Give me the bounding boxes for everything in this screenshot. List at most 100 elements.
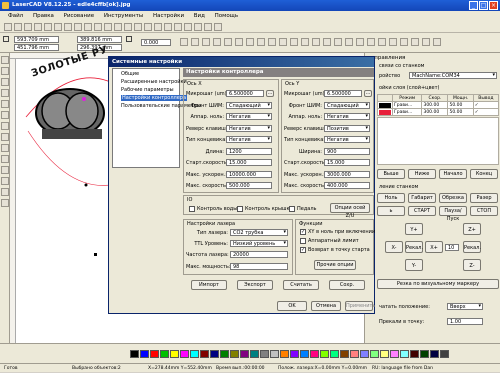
x_axis-input[interactable]: 10000.000 <box>226 170 272 178</box>
draw-tool-icon[interactable] <box>1 199 9 207</box>
goto-point-input[interactable]: 1.00 <box>447 318 483 325</box>
toolbar-tool-icon[interactable] <box>174 23 182 31</box>
close-button[interactable]: × <box>489 1 498 10</box>
toolbar-tool-icon[interactable] <box>144 23 152 31</box>
align-tool-icon[interactable] <box>268 38 276 46</box>
palette-swatch[interactable] <box>350 350 359 358</box>
layer-row[interactable]: Грави... 300.00 50.00 ✓ <box>377 108 500 116</box>
y_axis-input[interactable]: 400.000 <box>324 182 370 189</box>
toolbar-tool-icon[interactable] <box>84 23 92 31</box>
toolbar-tool-icon[interactable] <box>114 23 122 31</box>
func-check-0[interactable]: ✓ <box>300 229 306 235</box>
align-tool-icon[interactable] <box>378 38 386 46</box>
palette-swatch[interactable] <box>270 350 279 358</box>
y_axis-select[interactable]: Негатив <box>324 113 370 120</box>
toolbar-tool-icon[interactable] <box>24 23 32 31</box>
x_axis-select[interactable]: Негатив <box>226 113 272 120</box>
menu-edit[interactable]: Правка <box>33 13 54 19</box>
palette-swatch[interactable] <box>280 350 289 358</box>
align-tool-icon[interactable] <box>191 38 199 46</box>
palette-swatch[interactable] <box>310 350 319 358</box>
menu-settings[interactable]: Настройки <box>153 13 184 19</box>
tree-item-working[interactable]: Рабочие параметры <box>121 87 174 93</box>
pause-button[interactable]: Пауза/Пуск <box>439 206 467 222</box>
palette-swatch[interactable] <box>240 350 249 358</box>
align-tool-icon[interactable] <box>312 38 320 46</box>
width-field[interactable]: 389.816 mm <box>77 36 122 43</box>
draw-tool-icon[interactable] <box>1 122 9 130</box>
extra-button[interactable]: ь <box>377 206 405 216</box>
layer-row[interactable]: Грави... 300.00 50.00 ✓ <box>377 101 500 109</box>
port-select[interactable]: MachName:COM34 <box>409 72 497 79</box>
palette-swatch[interactable] <box>190 350 199 358</box>
start-button[interactable]: СТАРТ <box>408 206 436 216</box>
align-tool-icon[interactable] <box>246 38 254 46</box>
jog-step-input[interactable]: 10 <box>445 244 459 251</box>
align-tool-icon[interactable] <box>290 38 298 46</box>
more-options-button[interactable]: Прочие опции <box>314 260 356 270</box>
palette-swatch[interactable] <box>170 350 179 358</box>
jog-reset-button[interactable]: Рекал. <box>405 241 423 253</box>
palette-swatch[interactable] <box>390 350 399 358</box>
import-button[interactable]: Импорт <box>191 280 227 290</box>
x_axis-input[interactable]: 6.500000 <box>226 90 264 97</box>
palette-swatch[interactable] <box>370 350 379 358</box>
position-select[interactable]: Вверх <box>447 303 483 310</box>
x-field[interactable]: 593.709 mm <box>14 36 59 43</box>
toolbar-tool-icon[interactable] <box>94 23 102 31</box>
x_axis-input[interactable]: 1200 <box>226 147 272 155</box>
laser-type-select[interactable]: CO2 трубка <box>230 229 288 236</box>
y_axis-browse-button[interactable]: ... <box>364 90 372 97</box>
align-tool-icon[interactable] <box>400 38 408 46</box>
layer-bottom-button[interactable]: Конец <box>470 169 498 179</box>
menu-tools[interactable]: Инструменты <box>104 13 143 19</box>
x_axis-input[interactable]: 500.000 <box>226 182 272 189</box>
visual-marker-button[interactable]: Резка по визуальному маркеру <box>377 279 499 289</box>
align-tool-icon[interactable] <box>202 38 210 46</box>
laser-freq-input[interactable]: 20000 <box>230 251 288 258</box>
align-tool-icon[interactable] <box>334 38 342 46</box>
palette-swatch[interactable] <box>400 350 409 358</box>
water-checkbox[interactable] <box>189 206 195 212</box>
draw-tool-icon[interactable] <box>1 133 9 141</box>
palette-swatch[interactable] <box>200 350 209 358</box>
jog-y-minus-button[interactable]: Y- <box>405 259 423 271</box>
palette-swatch[interactable] <box>290 350 299 358</box>
palette-swatch[interactable] <box>150 350 159 358</box>
x_axis-input[interactable]: 15.000 <box>226 159 272 166</box>
align-tool-icon[interactable] <box>422 38 430 46</box>
palette-swatch[interactable] <box>410 350 419 358</box>
jog-z-reset-button[interactable]: Рекал. <box>463 241 481 253</box>
toolbar-tool-icon[interactable] <box>74 23 82 31</box>
pedal-checkbox[interactable] <box>289 206 295 212</box>
palette-swatch[interactable] <box>320 350 329 358</box>
lid-checkbox[interactable] <box>237 206 243 212</box>
palette-swatch[interactable] <box>140 350 149 358</box>
draw-tool-icon[interactable] <box>1 177 9 185</box>
y_axis-input[interactable]: 15.000 <box>324 159 370 166</box>
align-tool-icon[interactable] <box>345 38 353 46</box>
cancel-button[interactable]: Отмена <box>311 301 341 311</box>
palette-swatch[interactable] <box>160 350 169 358</box>
stop-button[interactable]: СТОП <box>470 206 498 216</box>
frame-button[interactable]: Габарит <box>408 193 436 203</box>
draw-tool-icon[interactable] <box>1 67 9 75</box>
y_axis-input[interactable]: 900 <box>324 147 370 155</box>
export-button[interactable]: Экспорт <box>237 280 273 290</box>
x_axis-browse-button[interactable]: ... <box>266 90 274 97</box>
max-power-input[interactable]: 98 <box>230 263 288 270</box>
toolbar-tool-icon[interactable] <box>14 23 22 31</box>
toolbar-tool-icon[interactable] <box>164 23 172 31</box>
cut-button[interactable]: Обрезка <box>439 193 467 203</box>
save-button[interactable]: Сохр. <box>329 280 365 290</box>
palette-swatch[interactable] <box>250 350 259 358</box>
align-tool-icon[interactable] <box>213 38 221 46</box>
toolbar-tool-icon[interactable] <box>184 23 192 31</box>
jog-z-plus-button[interactable]: Z+ <box>463 223 481 235</box>
func-check-1[interactable] <box>300 238 306 244</box>
palette-swatch[interactable] <box>130 350 139 358</box>
align-tool-icon[interactable] <box>301 38 309 46</box>
layer-output[interactable]: ✓ <box>472 101 500 109</box>
menu-draw[interactable]: Рисование <box>64 13 94 19</box>
maximize-button[interactable]: □ <box>479 1 488 10</box>
